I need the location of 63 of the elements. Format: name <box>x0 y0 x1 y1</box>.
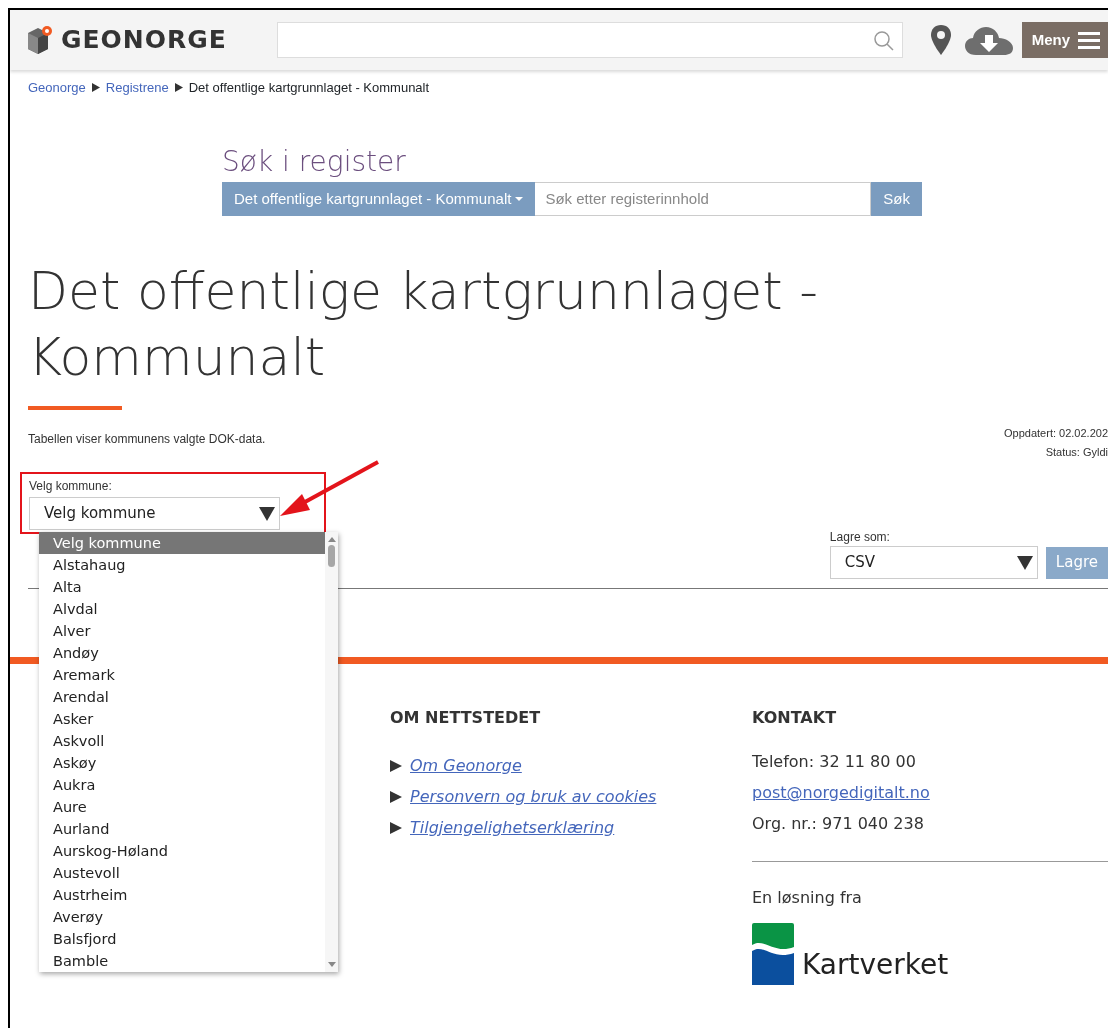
format-select[interactable]: CSV <box>829 546 1038 579</box>
breadcrumb-link[interactable]: Geonorge <box>28 78 86 98</box>
map-pin-icon[interactable] <box>929 24 952 56</box>
dropdown-option[interactable]: Alver <box>39 620 325 642</box>
email-link[interactable]: post@norgedigitalt.no <box>752 783 930 802</box>
field-label: Lagre som: <box>829 529 891 546</box>
chevron-icon <box>174 83 183 93</box>
menu-button[interactable]: Meny <box>1021 22 1108 58</box>
dropdown-option[interactable]: Aremark <box>39 664 325 686</box>
dropdown-option[interactable]: Velg kommune <box>39 532 325 554</box>
breadcrumb-current: Det offentlige kartgrunnlaget - Kommunalt <box>188 79 430 97</box>
dropdown-option[interactable]: Askvoll <box>39 730 325 752</box>
logo-text: Kartverket <box>802 951 949 979</box>
dropdown-arrow-icon[interactable] <box>259 506 275 521</box>
dropdown-option[interactable]: Aukra <box>39 774 325 796</box>
dropdown-option[interactable]: Averøy <box>39 906 325 928</box>
dropdown-option[interactable]: Asker <box>39 708 325 730</box>
page-title: Det offentlige kartgrunnlaget - Kommunalt <box>28 260 820 389</box>
bullet-icon <box>390 759 402 772</box>
dropdown-option[interactable]: Aurskog-Høland <box>39 840 325 862</box>
description-text: Tabellen viser kommunens valgte DOK-data. <box>28 431 266 448</box>
dropdown-option[interactable]: Balsfjord <box>39 928 325 950</box>
meta-text: Oppdatert: 02.02.202 <box>1004 426 1108 441</box>
caret-icon[interactable] <box>515 196 524 201</box>
scroll-down-icon[interactable] <box>327 962 336 967</box>
footer-heading: OM NETTSTEDET <box>390 707 542 729</box>
dropdown-option[interactable]: Alstahaug <box>39 554 325 576</box>
footer-link[interactable]: Tilgjengelighetserklæring <box>410 815 615 840</box>
contact-text: Telefon: 32 11 80 00 <box>752 752 916 771</box>
chevron-icon <box>91 83 100 93</box>
dropdown-option[interactable]: Arendal <box>39 686 325 708</box>
scrollbar[interactable] <box>325 532 338 972</box>
search-field[interactable] <box>276 22 903 58</box>
municipality-select[interactable]: Velg kommune <box>29 497 280 530</box>
dropdown-option[interactable]: Aurland <box>39 818 325 840</box>
breadcrumb-link[interactable]: Registrene <box>105 78 169 98</box>
dropdown-option[interactable]: Andøy <box>39 642 325 664</box>
field-label: Velg kommune: <box>29 478 113 495</box>
scroll-up-icon[interactable] <box>327 537 336 542</box>
footer-heading: KONTAKT <box>752 707 838 729</box>
dropdown-option[interactable]: Aure <box>39 796 325 818</box>
bullet-icon <box>390 821 402 834</box>
logo-icon <box>26 25 53 55</box>
dropdown-arrow-icon[interactable] <box>1016 555 1033 570</box>
dropdown-option[interactable]: Askøy <box>39 752 325 774</box>
menu-icon[interactable] <box>1078 30 1100 50</box>
dropdown-option[interactable]: Alvdal <box>39 598 325 620</box>
credit-text: En løsning fra <box>752 887 863 909</box>
search-icon[interactable] <box>872 29 894 51</box>
meta-text: Status: Gyldi <box>1044 445 1108 460</box>
dropdown-option[interactable]: Austrheim <box>39 884 325 906</box>
footer-link[interactable]: Om Geonorge <box>410 753 522 778</box>
contact-text: Org. nr.: 971 040 238 <box>752 814 924 833</box>
dropdown-option[interactable]: Austevoll <box>39 862 325 884</box>
footer-link[interactable]: Personvern og bruk av cookies <box>410 784 657 809</box>
section-heading: Søk i register <box>222 145 407 178</box>
bullet-icon <box>390 790 402 803</box>
logo-text: GEONORGE <box>61 24 227 57</box>
search-field[interactable]: Søk etter registerinnhold <box>535 181 872 216</box>
dropdown-option[interactable]: Bamble <box>39 950 325 972</box>
dropdown-option[interactable]: Alta <box>39 576 325 598</box>
scroll-thumb[interactable] <box>328 545 335 567</box>
kartverket-logo-icon <box>752 923 794 985</box>
